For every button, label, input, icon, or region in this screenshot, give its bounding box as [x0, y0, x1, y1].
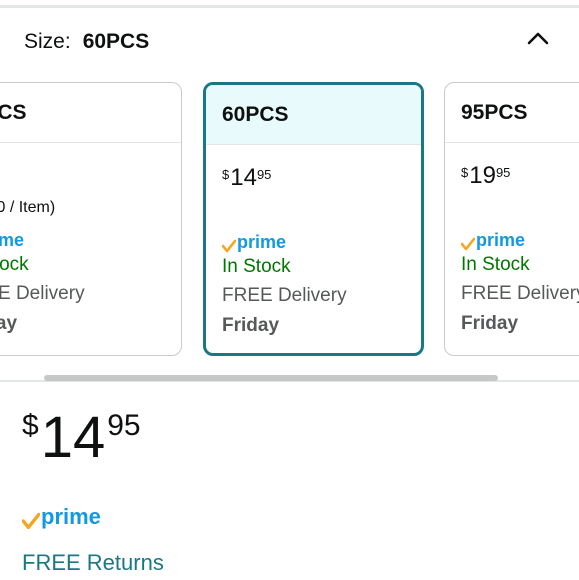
main-price: $14 95: [22, 405, 141, 470]
option-unit-price-empty: [461, 199, 579, 219]
size-option-card-45pcs[interactable]: 45PCS $795 ($0.40 / Item) prime In Stock…: [0, 82, 182, 356]
size-option-card-60pcs-selected[interactable]: 60PCS $14 95 prime In Stock FREE Delivery…: [203, 82, 424, 356]
carousel-scrollbar[interactable]: [44, 375, 498, 381]
option-price: $19 95: [461, 162, 511, 189]
size-label: Size:: [24, 30, 71, 53]
check-icon: [222, 239, 236, 253]
prime-badge-main: prime: [22, 504, 101, 530]
top-divider: [0, 5, 579, 8]
option-stock-status: In Stock: [461, 254, 530, 275]
option-title: 60PCS: [206, 85, 421, 145]
option-delivery-day: Friday: [0, 313, 18, 334]
option-delivery-day: Friday: [461, 313, 519, 334]
option-delivery: FREE Delivery: [0, 283, 85, 304]
size-option-card-95pcs[interactable]: 95PCS $19 95 prime In Stock FREE Delivery…: [444, 82, 579, 356]
option-price: $14 95: [222, 164, 272, 191]
option-title: 45PCS: [0, 83, 181, 143]
option-delivery: FREE Delivery: [461, 283, 579, 304]
option-stock-status: In Stock: [0, 254, 29, 275]
check-icon: [461, 237, 475, 251]
option-price: $795: [0, 163, 181, 191]
prime-badge: prime: [0, 230, 25, 250]
selected-size-value: 60PCS: [82, 30, 150, 53]
option-delivery: FREE Delivery: [222, 285, 347, 306]
option-delivery-day: Friday: [222, 315, 280, 336]
option-title: 95PCS: [445, 83, 579, 143]
size-options-carousel[interactable]: 45PCS $795 ($0.40 / Item) prime In Stock…: [0, 80, 579, 362]
prime-badge: prime: [222, 229, 421, 253]
chevron-up-icon: [527, 32, 549, 45]
option-unit-price: ($0.40 / Item): [0, 199, 56, 216]
check-icon: [22, 512, 40, 530]
collapse-button[interactable]: [522, 22, 554, 54]
free-returns-link[interactable]: FREE Returns: [22, 550, 164, 576]
size-selector-header: Size: 60PCS: [24, 30, 149, 54]
option-stock-status: In Stock: [222, 256, 291, 277]
prime-badge: prime: [461, 227, 579, 251]
option-unit-price-empty: [222, 201, 421, 221]
